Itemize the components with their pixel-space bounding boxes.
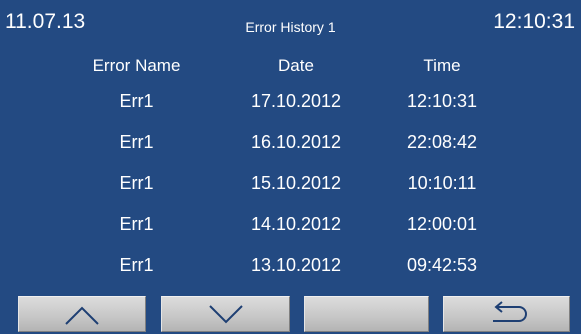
error-time-cell: 12:00:01: [406, 214, 478, 234]
button-bar: [0, 296, 581, 334]
scroll-down-button[interactable]: [161, 296, 290, 332]
scroll-up-button[interactable]: [18, 296, 146, 332]
table-row[interactable]: Err1 13.10.2012 09:42:53: [0, 251, 581, 292]
error-name-cell: Err1: [119, 173, 154, 193]
table-row[interactable]: Err1 17.10.2012 12:10:31: [0, 87, 581, 128]
error-date-cell: 15.10.2012: [250, 173, 342, 193]
error-name-cell: Err1: [119, 91, 154, 111]
error-history-table: Error Name Date Time Err1 17.10.2012 12:…: [0, 56, 581, 292]
error-date-cell: 14.10.2012: [250, 214, 342, 234]
return-arrow-icon: [492, 301, 527, 322]
error-time-cell: 09:42:53: [406, 255, 478, 275]
table-row[interactable]: Err1 16.10.2012 22:08:42: [0, 128, 581, 169]
column-header-error-name: Error Name: [92, 56, 181, 75]
error-time-cell: 10:10:11: [407, 173, 477, 193]
error-name-cell: Err1: [119, 132, 154, 152]
error-name-cell: Err1: [119, 214, 154, 234]
chevron-down-icon: [208, 305, 243, 324]
column-header-date: Date: [278, 56, 314, 75]
status-time: 12:10:31: [493, 10, 575, 33]
error-date-cell: 13.10.2012: [250, 255, 342, 275]
error-history-screen: 11.07.13 Error History 1 12:10:31 Error …: [0, 0, 581, 334]
blank-button[interactable]: [304, 296, 429, 332]
error-time-cell: 12:10:31: [406, 91, 478, 111]
back-button[interactable]: [443, 296, 570, 332]
error-name-cell: Err1: [119, 255, 154, 275]
chevron-up-icon: [65, 306, 99, 325]
error-time-cell: 22:08:42: [406, 132, 478, 152]
error-date-cell: 16.10.2012: [250, 132, 342, 152]
error-date-cell: 17.10.2012: [250, 91, 342, 111]
table-row[interactable]: Err1 14.10.2012 12:00:01: [0, 210, 581, 251]
column-header-time: Time: [423, 56, 461, 75]
table-header-row: Error Name Date Time: [0, 56, 581, 87]
table-row[interactable]: Err1 15.10.2012 10:10:11: [0, 169, 581, 210]
